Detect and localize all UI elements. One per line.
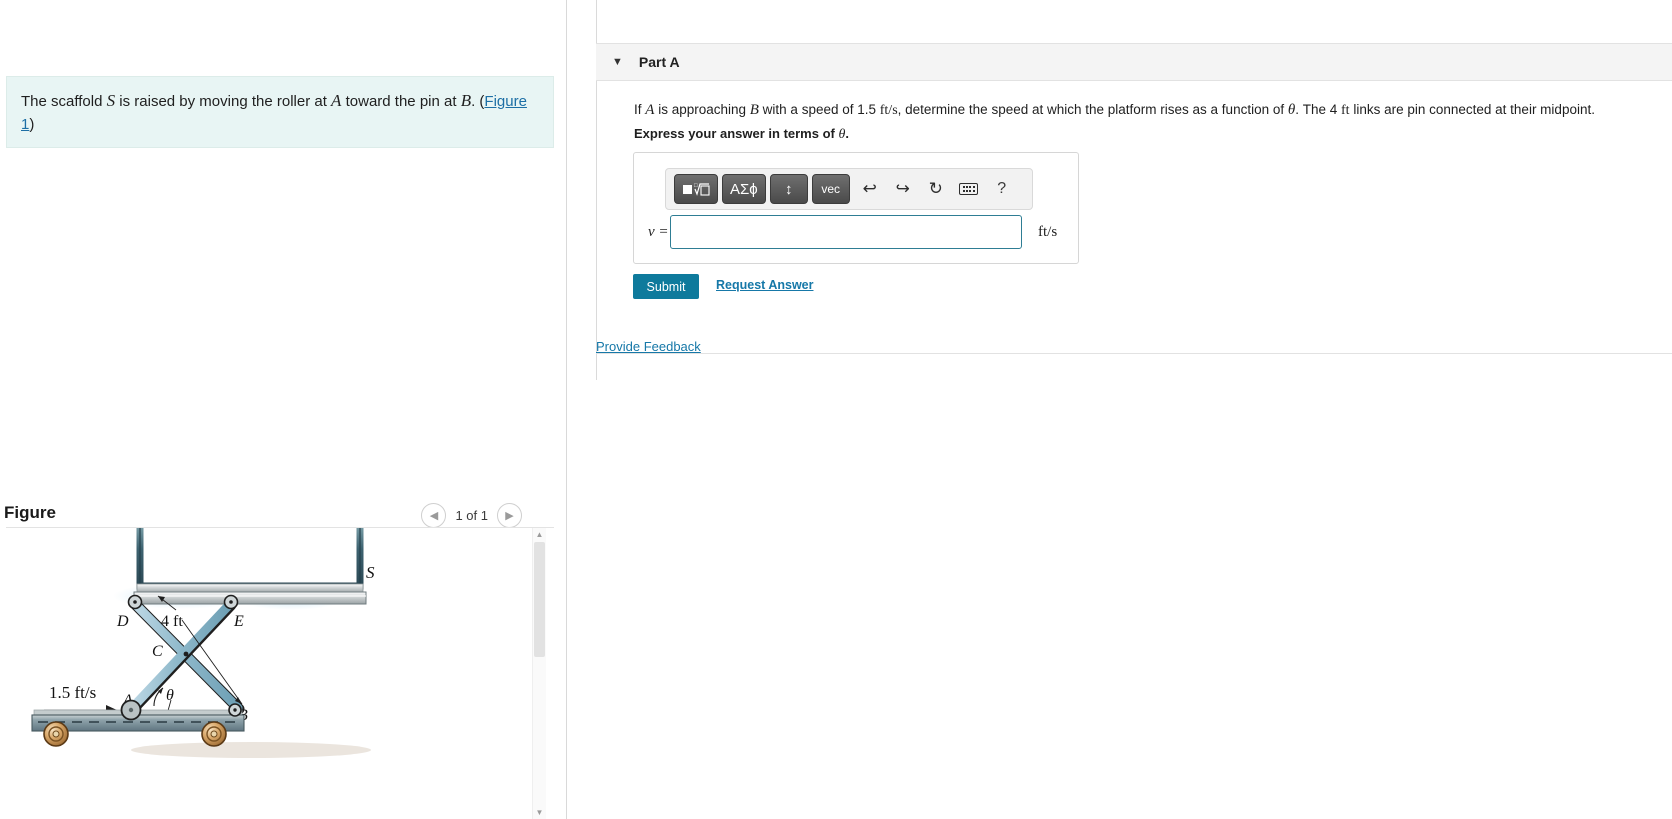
keyboard-glyph	[959, 183, 979, 195]
keyboard-icon[interactable]	[956, 174, 982, 204]
q-text-links2: links are pin connected at their midpoin…	[1349, 102, 1595, 117]
q-unit-ftps: ft/s	[879, 103, 898, 118]
svg-text:□: □	[694, 183, 698, 189]
reset-icon[interactable]: ↻	[923, 174, 949, 204]
undo-icon[interactable]: ↩	[857, 174, 883, 204]
statement-text-4: . (	[471, 93, 485, 110]
answer-input[interactable]	[670, 215, 1022, 249]
statement-symbol-b: B	[460, 91, 472, 110]
q-text-determine: , determine the speed at which the platf…	[897, 102, 1288, 117]
figure-panel-title: Figure	[4, 503, 56, 522]
scaffold-diagram: S D 4 ft E C θ 1.5 ft/s	[31, 528, 375, 758]
figure-label-e: E	[233, 613, 244, 630]
q-symbol-b: B	[749, 102, 759, 118]
scaffold-deck	[133, 583, 367, 605]
provide-feedback-link[interactable]: Provide Feedback	[596, 339, 701, 354]
q-text-if: If	[634, 102, 646, 117]
figure-counter: 1 of 1	[455, 508, 488, 523]
request-answer-link[interactable]: Request Answer	[716, 278, 813, 292]
statement-text-3: toward the pin at	[341, 93, 461, 110]
q-text-links1: . The 4	[1295, 102, 1342, 117]
caret-down-icon[interactable]: ▼	[612, 56, 623, 68]
scroll-down-icon[interactable]: ▼	[533, 806, 546, 819]
submit-button[interactable]: Submit	[633, 274, 699, 299]
question-text: If A is approaching B with a speed of 1.…	[634, 99, 1634, 122]
pin-joint-e	[223, 594, 239, 610]
figure-label-s: S	[366, 563, 375, 582]
right-answer-panel: ▼ Part A If A is approaching B with a sp…	[567, 0, 1672, 819]
figure-pagination: ◀ 1 of 1 ▶	[421, 503, 522, 528]
chevron-left-icon[interactable]: ◀	[421, 503, 447, 528]
figure-viewport[interactable]: S D 4 ft E C θ 1.5 ft/s	[6, 528, 554, 819]
answer-instruction: Express your answer in terms of θ.	[634, 126, 849, 143]
section-rule	[596, 353, 1672, 354]
q-text-speed: with a speed of 1.5	[758, 102, 880, 117]
vector-button[interactable]: vec	[811, 174, 850, 204]
figure-label-theta: θ	[166, 687, 174, 704]
statement-text-2: is raised by moving the roller at	[115, 93, 332, 110]
statement-symbol-a: A	[331, 91, 342, 110]
answer-entry-box: □ ΑΣϕ ↕ vec ↩ ↪ ↻ ? v = ft/s	[633, 152, 1079, 264]
template-glyph-icon: □	[683, 183, 710, 196]
figure-scrollbar[interactable]: ▲ ▼	[532, 528, 546, 819]
answer-units-label: ft/s	[1038, 223, 1058, 240]
q-unit-ft: ft	[1341, 103, 1350, 118]
statement-text-1: The scaffold	[21, 93, 107, 110]
figure-length-label: 4 ft	[161, 613, 183, 630]
problem-statement-banner: The scaffold S is raised by moving the r…	[6, 76, 554, 149]
answer-input-row: v = ft/s	[634, 215, 1078, 249]
scaffold-railing	[136, 528, 364, 590]
instruction-post: .	[845, 126, 849, 141]
cart-wheel-left	[43, 721, 69, 747]
greek-symbols-button[interactable]: ΑΣϕ	[722, 174, 766, 204]
problem-page: The scaffold S is raised by moving the r…	[0, 0, 1672, 819]
chevron-right-icon[interactable]: ▶	[497, 503, 522, 528]
pin-joint-c	[183, 651, 189, 657]
redo-icon[interactable]: ↪	[890, 174, 916, 204]
figure-label-c: C	[152, 643, 163, 660]
updown-arrows-button[interactable]: ↕	[769, 174, 808, 204]
math-toolbar: □ ΑΣϕ ↕ vec ↩ ↪ ↻ ?	[665, 168, 1033, 210]
scroll-up-icon[interactable]: ▲	[533, 528, 546, 541]
statement-text-5: )	[29, 115, 35, 133]
pin-joint-d	[127, 594, 143, 610]
pin-b	[228, 703, 242, 717]
scissor-links	[127, 599, 245, 715]
scrollbar-thumb[interactable]	[534, 542, 545, 657]
help-button[interactable]: ?	[989, 174, 1015, 204]
math-template-button[interactable]: □	[674, 174, 718, 204]
cart-wheel-right	[201, 721, 227, 747]
instruction-pre: Express your answer in terms of	[634, 126, 839, 141]
figure-speed-label: 1.5 ft/s	[49, 683, 96, 702]
answer-variable-label: v =	[648, 223, 669, 240]
statement-symbol-s: S	[106, 91, 116, 110]
roller-a	[120, 699, 142, 721]
figure-label-d: D	[116, 613, 129, 630]
part-a-label: Part A	[638, 54, 680, 70]
part-a-header[interactable]: ▼ Part A	[596, 43, 1672, 81]
q-text-approaching: is approaching	[654, 102, 750, 117]
left-problem-panel: The scaffold S is raised by moving the r…	[0, 0, 566, 819]
